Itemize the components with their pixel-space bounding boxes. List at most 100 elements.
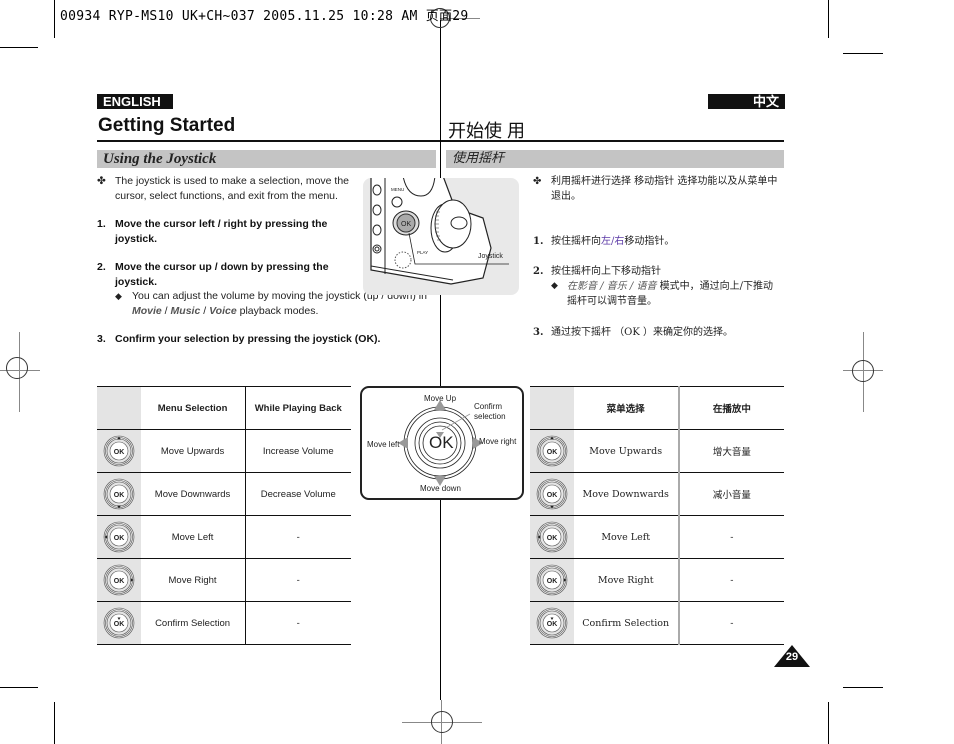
step-number: 3. xyxy=(97,333,106,345)
confirm-line: Confirm xyxy=(474,402,503,411)
table-row: OK Move Upwards 增大音量 xyxy=(530,429,784,473)
table-row: OK Move Left - xyxy=(530,515,784,559)
bullet-diamond-icon: ◆ xyxy=(551,281,558,291)
menu-cell: Move Left xyxy=(140,515,246,559)
playback-cell: - xyxy=(245,601,351,645)
crop-mark xyxy=(843,53,883,54)
step-text: 通过按下摇杆 （OK ）来确定你的选择。 xyxy=(551,327,734,338)
playback-cell: - xyxy=(678,558,784,602)
table-row: OK Move Left - xyxy=(97,515,351,559)
playback-cell: 增大音量 xyxy=(678,429,784,473)
step-2-chinese: 2. 按住摇杆向上下移动指针 xyxy=(533,264,785,279)
joystick-right-icon: OK xyxy=(536,564,568,596)
joystick-up-icon: OK xyxy=(103,435,135,467)
joystick-functions-table-chinese: 菜单选择 在播放中 OK Move Upwards 增大音量 OK Move D… xyxy=(530,386,784,645)
menu-cell: Move Right xyxy=(573,558,680,602)
move-right-label: Move right xyxy=(479,437,517,446)
joystick-down-icon: OK xyxy=(536,478,568,510)
bullet-diamond-icon: ◆ xyxy=(115,291,122,301)
move-left-label: Move left xyxy=(367,440,400,449)
table-row: OK Move Right - xyxy=(530,558,784,602)
section-heading-text: 使用摇杆 xyxy=(452,151,505,166)
column-header: 菜单选择 xyxy=(573,386,680,430)
mode-movie: Movie xyxy=(132,305,162,317)
confirm-line: selection xyxy=(474,412,506,421)
bullet-cross-icon: ✤ xyxy=(97,175,106,187)
separator: / xyxy=(200,305,210,317)
header-icon-cell xyxy=(530,386,574,430)
svg-text:OK: OK xyxy=(114,449,125,456)
separator: / xyxy=(161,305,171,317)
step-text: Move the cursor up / down by pressing th… xyxy=(115,261,329,288)
section-heading-text: Using the Joystick xyxy=(103,151,217,167)
joystick-down-icon: OK xyxy=(103,478,135,510)
registration-circle xyxy=(431,711,453,733)
volume-note-chinese: ◆ 在影音 / 音乐 / 语音 模式中，通过向上/下推动摇杆可以调节音量。 xyxy=(551,279,781,309)
playback-cell: Increase Volume xyxy=(245,429,351,473)
crop-mark xyxy=(828,0,829,38)
svg-text:OK: OK xyxy=(547,535,558,542)
playback-cell: 减小音量 xyxy=(678,472,784,516)
section-heading-chinese: 使用摇杆 xyxy=(446,150,784,168)
joystick-press-icon: OK xyxy=(103,607,135,639)
ok-center-label: OK xyxy=(429,433,454,452)
svg-text:OK: OK xyxy=(547,449,558,456)
mode-voice: Voice xyxy=(209,305,237,317)
joystick-left-icon: OK xyxy=(536,521,568,553)
svg-text:OK: OK xyxy=(114,535,125,542)
step-1-chinese: 1. 按住摇杆向左/右移动指针。 xyxy=(533,234,785,249)
intro-paragraph: ✤ The joystick is used to make a selecti… xyxy=(97,174,359,204)
svg-text:OK: OK xyxy=(114,578,125,585)
menu-cell: Move Left xyxy=(573,515,680,559)
joystick-press-icon: OK xyxy=(536,607,568,639)
menu-cell: Confirm Selection xyxy=(140,601,246,645)
joystick-direction-diagram: OK Move Up Move down Move left Move righ… xyxy=(360,386,524,500)
table-row: OK Move Downwards Decrease Volume xyxy=(97,472,351,516)
intro-text: The joystick is used to make a selection… xyxy=(115,175,350,202)
step-number: 2. xyxy=(533,266,544,277)
joystick-functions-table-english: Menu Selection While Playing Back OK Mov… xyxy=(97,386,351,645)
title-rule xyxy=(97,140,440,142)
step-number: 1. xyxy=(533,236,544,247)
crop-mark xyxy=(0,687,38,688)
step-number: 1. xyxy=(97,218,106,230)
fold-line xyxy=(440,20,441,700)
playback-cell: - xyxy=(678,515,784,559)
print-slug: 00934 RYP-MS10 UK+CH~037 2005.11.25 10:2… xyxy=(60,9,469,24)
step-text: 移动指针。 xyxy=(624,236,675,247)
camcorder-drawing: MENU OK PLAY Joystick xyxy=(370,178,509,285)
playback-cell: Decrease Volume xyxy=(245,472,351,516)
joystick-left-icon: OK xyxy=(103,521,135,553)
step-2: 2. Move the cursor up / down by pressing… xyxy=(97,260,347,290)
crop-mark xyxy=(843,687,883,688)
header-icon-cell xyxy=(97,386,141,430)
mode-list: 在影音 / 音乐 / 语音 xyxy=(567,281,657,292)
bullet-cross-icon: ✤ xyxy=(533,176,542,187)
svg-text:OK: OK xyxy=(547,578,558,585)
language-badge-english: ENGLISH xyxy=(97,94,173,109)
arrow-left-icon xyxy=(398,437,408,449)
column-header: While Playing Back xyxy=(245,386,351,430)
table-row: OK Move Upwards Increase Volume xyxy=(97,429,351,473)
registration-circle xyxy=(852,360,874,382)
page-number: 29 xyxy=(785,651,799,663)
step-text: Move the cursor xyxy=(115,218,200,230)
section-heading-english: Using the Joystick xyxy=(97,150,436,168)
svg-text:OK: OK xyxy=(114,492,125,499)
move-down-label: Move down xyxy=(420,484,461,493)
step-text: 按住摇杆向 xyxy=(551,236,601,247)
menu-cell: Move Downwards xyxy=(140,472,246,516)
registration-circle xyxy=(6,357,28,379)
table-header-row: Menu Selection While Playing Back xyxy=(97,386,351,430)
intro-text: 利用摇杆进行选择 移动指针 选择功能以及从菜单中退出。 xyxy=(551,176,778,202)
joystick-right-icon: OK xyxy=(103,564,135,596)
column-header: 在播放中 xyxy=(678,386,784,430)
svg-text:OK: OK xyxy=(114,621,125,628)
move-up-label: Move Up xyxy=(424,394,457,403)
crop-mark xyxy=(0,47,38,48)
page-title-english: Getting Started xyxy=(98,115,236,136)
intro-paragraph-chinese: ✤ 利用摇杆进行选择 移动指针 选择功能以及从菜单中退出。 xyxy=(533,174,785,204)
column-header: Menu Selection xyxy=(140,386,246,430)
step-number: 2. xyxy=(97,261,106,273)
menu-cell: Move Downwards xyxy=(573,472,680,516)
